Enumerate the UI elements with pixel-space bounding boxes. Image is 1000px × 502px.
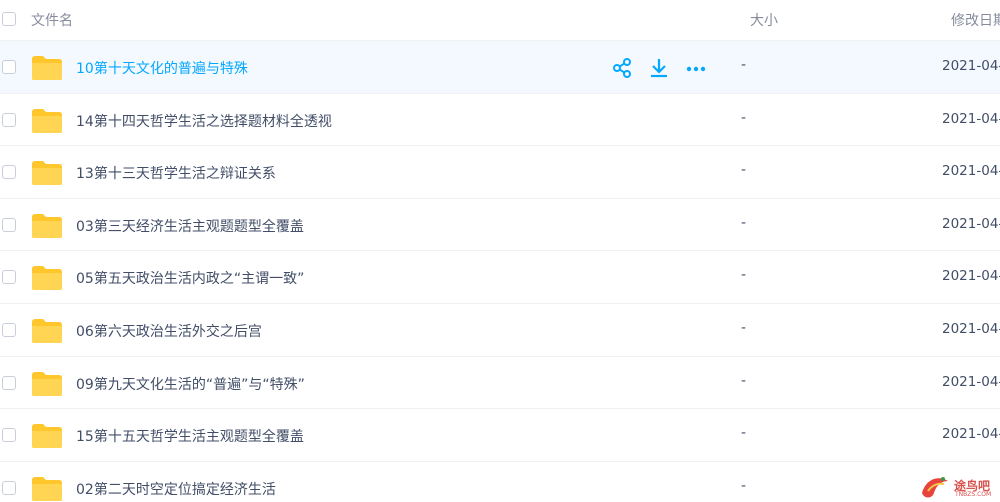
file-modified-date: 2021-04-2 <box>942 215 1000 232</box>
more-button[interactable] <box>685 57 707 79</box>
file-name-link[interactable]: 15第十五天哲学生活主观题型全覆盖 <box>76 426 304 446</box>
folder-icon <box>32 213 62 238</box>
folder-icon[interactable] <box>31 371 63 397</box>
share-icon <box>613 58 631 78</box>
column-header-size[interactable]: 大小 <box>750 10 778 30</box>
file-row[interactable]: 14第十四天哲学生活之选择题材料全透视 - 2021-04-2 <box>0 94 1000 147</box>
file-name-link[interactable]: 10第十天文化的普遍与特殊 <box>76 58 248 78</box>
file-size: - <box>741 109 747 126</box>
row-checkbox[interactable] <box>2 428 16 443</box>
file-row[interactable]: 13第十三天哲学生活之辩证关系 - 2021-04-2 <box>0 146 1000 199</box>
download-button[interactable] <box>648 57 670 79</box>
file-name-link[interactable]: 14第十四天哲学生活之选择题材料全透视 <box>76 111 332 131</box>
file-modified-date: 2021-04-2 <box>942 58 1000 74</box>
file-size: - <box>741 319 747 336</box>
column-header-date[interactable]: 修改日期 <box>951 10 1000 30</box>
folder-icon[interactable] <box>31 423 63 449</box>
download-icon <box>651 59 667 78</box>
row-checkbox[interactable] <box>2 112 16 127</box>
file-name-link[interactable]: 05第五天政治生活内政之“主谓一致” <box>76 268 304 288</box>
folder-icon <box>32 56 62 80</box>
file-list-page: 文件名 大小 修改日期 10第十天文化的普遍与特殊-2021-04-214第十四… <box>0 0 1000 502</box>
row-checkbox[interactable] <box>2 375 16 390</box>
file-modified-date: 2021-04-2 <box>942 268 1000 285</box>
file-row[interactable]: 06第六天政治生活外交之后宫 - 2021-04-2 <box>0 304 1000 357</box>
folder-icon[interactable] <box>31 318 63 344</box>
share-button[interactable] <box>611 57 633 79</box>
file-row[interactable]: 09第九天文化生活的“普遍”与“特殊” - 2021-04-2 <box>0 357 1000 410</box>
watermark-logo-icon <box>922 477 948 498</box>
folder-icon[interactable] <box>31 265 63 291</box>
file-size: - <box>741 214 747 231</box>
folder-icon[interactable] <box>31 476 63 502</box>
row-checkbox[interactable] <box>2 270 16 285</box>
folder-icon <box>32 476 62 501</box>
folder-icon <box>32 266 62 291</box>
file-list-header: 文件名 大小 修改日期 <box>0 0 1000 41</box>
select-all-checkbox[interactable] <box>2 12 16 26</box>
row-checkbox[interactable] <box>2 165 16 180</box>
file-name-link[interactable]: 02第二天时空定位搞定经济生活 <box>76 479 276 499</box>
row-checkbox[interactable] <box>2 217 16 232</box>
folder-icon[interactable] <box>31 213 63 239</box>
folder-icon[interactable] <box>31 55 63 81</box>
file-name-link[interactable]: 13第十三天哲学生活之辩证关系 <box>76 163 276 183</box>
file-row[interactable]: 03第三天经济生活主观题题型全覆盖 - 2021-04-2 <box>0 199 1000 252</box>
file-row[interactable]: 05第五天政治生活内政之“主谓一致” - 2021-04-2 <box>0 251 1000 304</box>
file-size: - <box>741 162 747 179</box>
file-name-link[interactable]: 03第三天经济生活主观题题型全覆盖 <box>76 216 304 236</box>
row-checkbox[interactable] <box>2 480 16 495</box>
column-header-name[interactable]: 文件名 <box>31 10 73 30</box>
file-name-link[interactable]: 06第六天政治生活外交之后宫 <box>76 321 262 341</box>
file-modified-date: 2021-04-2 <box>942 163 1000 180</box>
file-list: 10第十天文化的普遍与特殊-2021-04-214第十四天哲学生活之选择题材料全… <box>0 41 1000 502</box>
more-icon <box>686 66 706 72</box>
folder-icon[interactable] <box>31 160 63 186</box>
file-size: - <box>741 57 747 73</box>
file-modified-date: 2021-04-2 <box>942 110 1000 127</box>
row-checkbox[interactable] <box>2 60 16 74</box>
folder-icon <box>32 108 62 133</box>
file-row[interactable]: 10第十天文化的普遍与特殊 - 2021-04-2 <box>0 41 1000 94</box>
folder-icon <box>32 318 62 343</box>
folder-icon <box>32 424 62 449</box>
watermark-subtext: TNBZS.COM <box>955 491 992 498</box>
folder-icon[interactable] <box>31 108 63 134</box>
file-row[interactable]: 02第二天时空定位搞定经济生活 - <box>0 462 1000 502</box>
file-row[interactable]: 15第十五天哲学生活主观题型全覆盖 - 2021-04-2 <box>0 409 1000 462</box>
file-name-link[interactable]: 09第九天文化生活的“普遍”与“特殊” <box>76 374 305 394</box>
file-size: - <box>741 372 747 389</box>
folder-icon <box>32 161 62 186</box>
file-modified-date: 2021-04-2 <box>942 320 1000 337</box>
file-modified-date: 2021-04-2 <box>942 373 1000 390</box>
file-size: - <box>741 425 747 442</box>
file-modified-date: 2021-04-2 <box>942 426 1000 443</box>
folder-icon <box>32 371 62 396</box>
site-watermark: 途鸟吧 TNBZS.COM <box>918 470 1000 502</box>
row-checkbox[interactable] <box>2 322 16 337</box>
file-size: - <box>741 267 747 284</box>
file-size: - <box>741 477 747 494</box>
